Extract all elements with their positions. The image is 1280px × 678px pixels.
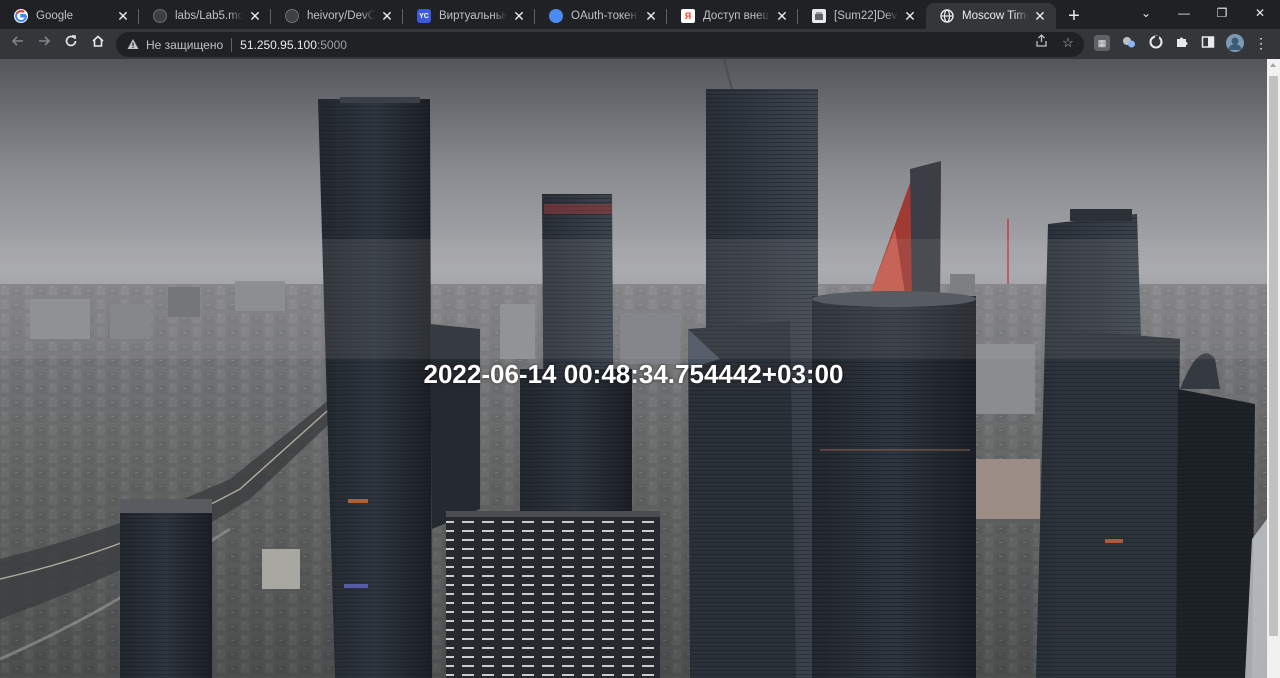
close-tab-icon[interactable]: ✕: [643, 8, 659, 24]
tab-heivory-devops[interactable]: heivory/DevOps-... ✕: [271, 3, 403, 29]
globe-icon: [940, 9, 954, 23]
page-viewport: 2022-06-14 00:48:34.754442+03:00: [0, 59, 1280, 678]
tab-virtual-machines[interactable]: YC Виртуальные машины ✕: [403, 3, 535, 29]
tab-external-access[interactable]: Я Доступ внешних ✕: [667, 3, 798, 29]
reload-button[interactable]: [59, 32, 83, 56]
minimize-button[interactable]: —: [1165, 0, 1203, 29]
tab-oauth-token[interactable]: OAuth-токен | Yandex ✕: [535, 3, 667, 29]
yandex-icon: Я: [681, 9, 695, 23]
tab-moscow-time[interactable]: Moscow Time ✕: [926, 3, 1056, 29]
google-icon: [14, 9, 28, 23]
not-secure-label[interactable]: Не защищено: [146, 38, 223, 52]
tab-title: Доступ внешних: [703, 10, 770, 22]
tab-title: Google: [36, 10, 74, 22]
forward-button[interactable]: [32, 32, 56, 56]
new-tab-button[interactable]: +: [1062, 5, 1086, 29]
url-port: :5000: [316, 37, 347, 52]
profile-avatar[interactable]: [1226, 34, 1244, 52]
tab-title: heivory/DevOps-...: [307, 10, 375, 22]
extension-icon-1[interactable]: ▦: [1094, 35, 1110, 51]
tab-title: Виртуальные машины: [439, 10, 507, 22]
home-button[interactable]: [86, 32, 110, 56]
close-tab-icon[interactable]: ✕: [115, 8, 131, 24]
scroll-up-arrow-icon[interactable]: [1270, 63, 1276, 67]
close-tab-icon[interactable]: ✕: [511, 8, 527, 24]
more-menu-icon[interactable]: ⋮: [1253, 35, 1269, 51]
scrollbar-thumb[interactable]: [1269, 76, 1278, 636]
moodle-icon: [812, 9, 826, 23]
tab-title: labs/Lab5.md at ...: [175, 10, 243, 22]
browser-toolbar: Не защищено 51.250.95.100:5000 ☆ ▦ ⋮: [0, 29, 1280, 59]
url-host: 51.250.95.100: [240, 37, 317, 52]
tab-strip: Google ✕ labs/Lab5.md at ... ✕ heivory/D…: [0, 0, 1280, 29]
extension-icon-3[interactable]: [1148, 35, 1164, 51]
share-icon[interactable]: [1032, 34, 1050, 52]
back-button[interactable]: [6, 32, 30, 56]
tab-google[interactable]: Google ✕: [0, 3, 139, 29]
tab-search-dropdown-icon[interactable]: ⌄: [1127, 0, 1165, 29]
close-tab-icon[interactable]: ✕: [774, 8, 790, 24]
github-icon: [285, 9, 299, 23]
home-icon: [92, 35, 104, 47]
moscow-time-display: 2022-06-14 00:48:34.754442+03:00: [423, 359, 844, 389]
extensions-puzzle-icon[interactable]: [1174, 35, 1190, 51]
close-tab-icon[interactable]: ✕: [1032, 8, 1048, 24]
omnibox-divider: [231, 37, 233, 52]
address-bar[interactable]: Не защищено 51.250.95.100:5000: [116, 32, 1084, 57]
back-arrow-icon: [11, 36, 23, 46]
warning-triangle-icon[interactable]: [126, 38, 140, 52]
compass-icon: [549, 9, 563, 23]
tab-title: OAuth-токен | Yandex: [571, 10, 639, 22]
close-tab-icon[interactable]: ✕: [247, 8, 263, 24]
side-panel-icon[interactable]: [1200, 35, 1216, 51]
close-tab-icon[interactable]: ✕: [902, 8, 918, 24]
forward-arrow-icon: [39, 36, 51, 46]
bookmark-star-icon[interactable]: ☆: [1059, 34, 1077, 52]
tab-title: [Sum22]DevOpsEng: [834, 10, 898, 22]
close-tab-icon[interactable]: ✕: [379, 8, 395, 24]
extension-icon-2[interactable]: [1121, 35, 1137, 51]
vertical-scrollbar[interactable]: [1267, 59, 1280, 678]
tab-sum22-devops[interactable]: [Sum22]DevOpsEng ✕: [798, 3, 926, 29]
reload-icon: [65, 35, 77, 47]
close-window-button[interactable]: ✕: [1241, 0, 1279, 29]
tab-labs-lab5[interactable]: labs/Lab5.md at ... ✕: [139, 3, 271, 29]
tab-title: Moscow Time: [962, 10, 1028, 22]
github-icon: [153, 9, 167, 23]
maximize-button[interactable]: ❐: [1203, 0, 1241, 29]
yandex-cloud-icon: YC: [417, 9, 431, 23]
